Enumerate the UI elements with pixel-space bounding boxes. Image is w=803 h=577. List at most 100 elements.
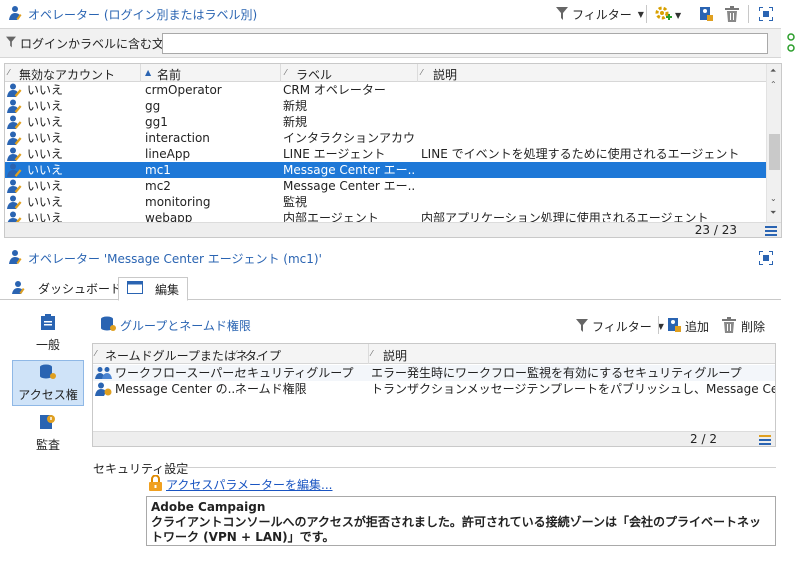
- column-type[interactable]: タイプ: [245, 347, 281, 364]
- dashboard-icon: [12, 280, 28, 297]
- clipboard-icon: [41, 313, 55, 333]
- cell-name: ワークフロースーパーバ...: [115, 366, 237, 380]
- chevron-down-icon: ▼: [637, 10, 644, 19]
- new-operator-icon: [698, 7, 714, 25]
- funnel-icon: [6, 36, 16, 51]
- record-count: 2 / 2: [690, 432, 717, 446]
- trash-icon: [725, 6, 739, 25]
- scroll-bottom-icon[interactable]: ⏷: [770, 208, 776, 218]
- record-count: 23 / 23: [694, 223, 737, 237]
- cell-name: monitoring: [145, 195, 211, 209]
- sort-toggle-icon[interactable]: ⁄: [285, 68, 286, 77]
- message-title: Adobe Campaign: [151, 500, 266, 514]
- column-name[interactable]: 名前: [157, 66, 181, 83]
- filter-label: フィルター: [572, 8, 632, 22]
- funnel-icon: [556, 6, 568, 23]
- cell-label: 監視: [283, 195, 308, 209]
- table-row[interactable]: いいえ interaction インタラクションアカウント: [5, 130, 767, 146]
- new-operator-button[interactable]: [698, 6, 714, 25]
- scroll-top-icon[interactable]: ⏶: [770, 66, 776, 76]
- rights-filter-dropdown[interactable]: フィルター ▼: [576, 318, 664, 335]
- column-divider: [280, 64, 281, 82]
- database-group-icon: [100, 316, 116, 335]
- edit-access-parameters-link[interactable]: アクセスパラメーターを編集...: [166, 476, 333, 493]
- edit-sidebar: 一般 アクセス権 監査: [12, 310, 84, 460]
- table-row[interactable]: いいえ crmOperator CRM オペレーター: [5, 82, 767, 98]
- column-description[interactable]: 説明: [383, 347, 407, 364]
- nav-item-access-rights[interactable]: アクセス権: [12, 360, 84, 406]
- cell-type: ネームド権限: [235, 382, 307, 396]
- tab-edit[interactable]: 編集: [118, 277, 189, 301]
- nav-item-general-label: 一般: [35, 337, 60, 352]
- table-row[interactable]: いいえ monitoring 監視: [5, 194, 767, 210]
- maximize-button[interactable]: [758, 250, 774, 268]
- delete-label: 削除: [741, 320, 766, 334]
- cell-name: mc1: [145, 163, 171, 177]
- security-settings-separator: セキュリティ設定: [93, 460, 776, 477]
- cell-disabled-account: いいえ: [27, 195, 64, 209]
- column-divider: [368, 344, 369, 364]
- table-row[interactable]: いいえ gg1 新規: [5, 114, 767, 130]
- detail-tabs: ダッシュボード 編集: [0, 277, 781, 301]
- grid-scrollbar[interactable]: ⏶ ⌃ ⌄ ⏷: [766, 64, 781, 224]
- scrollbar-thumb[interactable]: [769, 134, 780, 170]
- toolbar-divider: [658, 316, 659, 334]
- top-panel-title: オペレーター (ログイン別またはラベル別): [28, 7, 258, 22]
- table-row[interactable]: いいえ mc2 Message Center エー...: [5, 178, 767, 194]
- scroll-up-icon[interactable]: ⌃: [770, 80, 777, 89]
- cell-type: セキュリティグループ: [235, 366, 354, 380]
- tab-edit-label: 編集: [155, 282, 180, 297]
- table-row[interactable]: いいえ lineApp LINE エージェント LINE でイベントを処理するために使…: [5, 146, 767, 162]
- cell-disabled-account: いいえ: [27, 147, 64, 161]
- sort-toggle-icon[interactable]: ⁄: [95, 349, 96, 358]
- detail-panel-titlebar: オペレーター 'Message Center エージェント (mc1)': [0, 244, 781, 272]
- grid-header: ⁄ 無効なアカウント ▲ 名前 ⁄ ラベル ⁄ 説明: [5, 64, 767, 82]
- filter-label: フィルター: [592, 320, 652, 334]
- refresh-icon[interactable]: [786, 32, 796, 54]
- section-title: グループとネームド権限: [120, 318, 251, 333]
- add-button[interactable]: 追加: [666, 317, 709, 336]
- sort-toggle-icon[interactable]: ⁄: [421, 68, 422, 77]
- cell-label: Message Center エー...: [283, 163, 415, 177]
- access-denied-message: Adobe Campaign クライアントコンソールへのアクセスが拒否されました…: [146, 496, 776, 546]
- nav-item-audit[interactable]: 監査: [12, 410, 84, 456]
- list-menu-icon[interactable]: [765, 225, 777, 237]
- remove-button[interactable]: 削除: [722, 317, 765, 336]
- search-bar: ログインかラベルに含む文字:: [0, 28, 781, 58]
- toolbar-divider: [646, 5, 647, 23]
- sort-toggle-icon[interactable]: ⁄: [235, 349, 236, 358]
- nav-item-audit-label: 監査: [35, 437, 60, 452]
- cell-label: 新規: [283, 115, 308, 129]
- cell-description: エラー発生時にワークフロー監視を有効にするセキュリティグループ: [371, 366, 742, 380]
- audit-icon: [40, 414, 56, 433]
- nav-item-access-rights-label: アクセス権: [18, 387, 78, 402]
- cell-disabled-account: いいえ: [27, 163, 64, 177]
- column-label[interactable]: ラベル: [296, 66, 332, 83]
- named-right-icon: [95, 382, 113, 399]
- table-row[interactable]: いいえ mc1 Message Center エー...: [5, 162, 767, 178]
- table-row[interactable]: Message Center の... ネームド権限 トランザクションメッセージテン…: [93, 381, 775, 397]
- scroll-down-icon[interactable]: ⌄: [770, 194, 777, 203]
- column-description[interactable]: 説明: [433, 66, 457, 83]
- gear-add-icon: [654, 5, 672, 26]
- cell-disabled-account: いいえ: [27, 115, 64, 129]
- delete-button[interactable]: [725, 6, 739, 25]
- column-disabled-account[interactable]: 無効なアカウント: [19, 66, 115, 83]
- top-panel-titlebar: オペレーター (ログイン別またはラベル別) フィルター ▼ ▼: [0, 0, 781, 28]
- list-menu-icon[interactable]: [759, 434, 771, 446]
- grid-footer: 23 / 23: [5, 222, 781, 237]
- sort-toggle-icon[interactable]: ⁄: [8, 68, 9, 77]
- workflow-settings-button[interactable]: ▼: [654, 5, 681, 26]
- cell-label: LINE エージェント: [283, 147, 386, 161]
- filter-dropdown[interactable]: フィルター ▼: [556, 6, 644, 23]
- rights-grid: ⁄ ネームドグループまたはネ... ⁄ タイプ ⁄ 説明 ワークフロースーパーバ…: [92, 343, 776, 447]
- search-input[interactable]: [162, 33, 768, 54]
- table-row[interactable]: ワークフロースーパーバ...セキュリティグループ エラー発生時にワークフロー監視を…: [93, 365, 775, 381]
- maximize-button[interactable]: [758, 6, 774, 24]
- table-row[interactable]: いいえ gg 新規: [5, 98, 767, 114]
- sort-toggle-icon[interactable]: ⁄: [371, 349, 372, 358]
- tab-dashboard[interactable]: ダッシュボード: [4, 277, 130, 300]
- trash-icon: [722, 317, 736, 336]
- cell-label: インタラクションアカウント: [283, 131, 415, 145]
- nav-item-general[interactable]: 一般: [12, 310, 84, 356]
